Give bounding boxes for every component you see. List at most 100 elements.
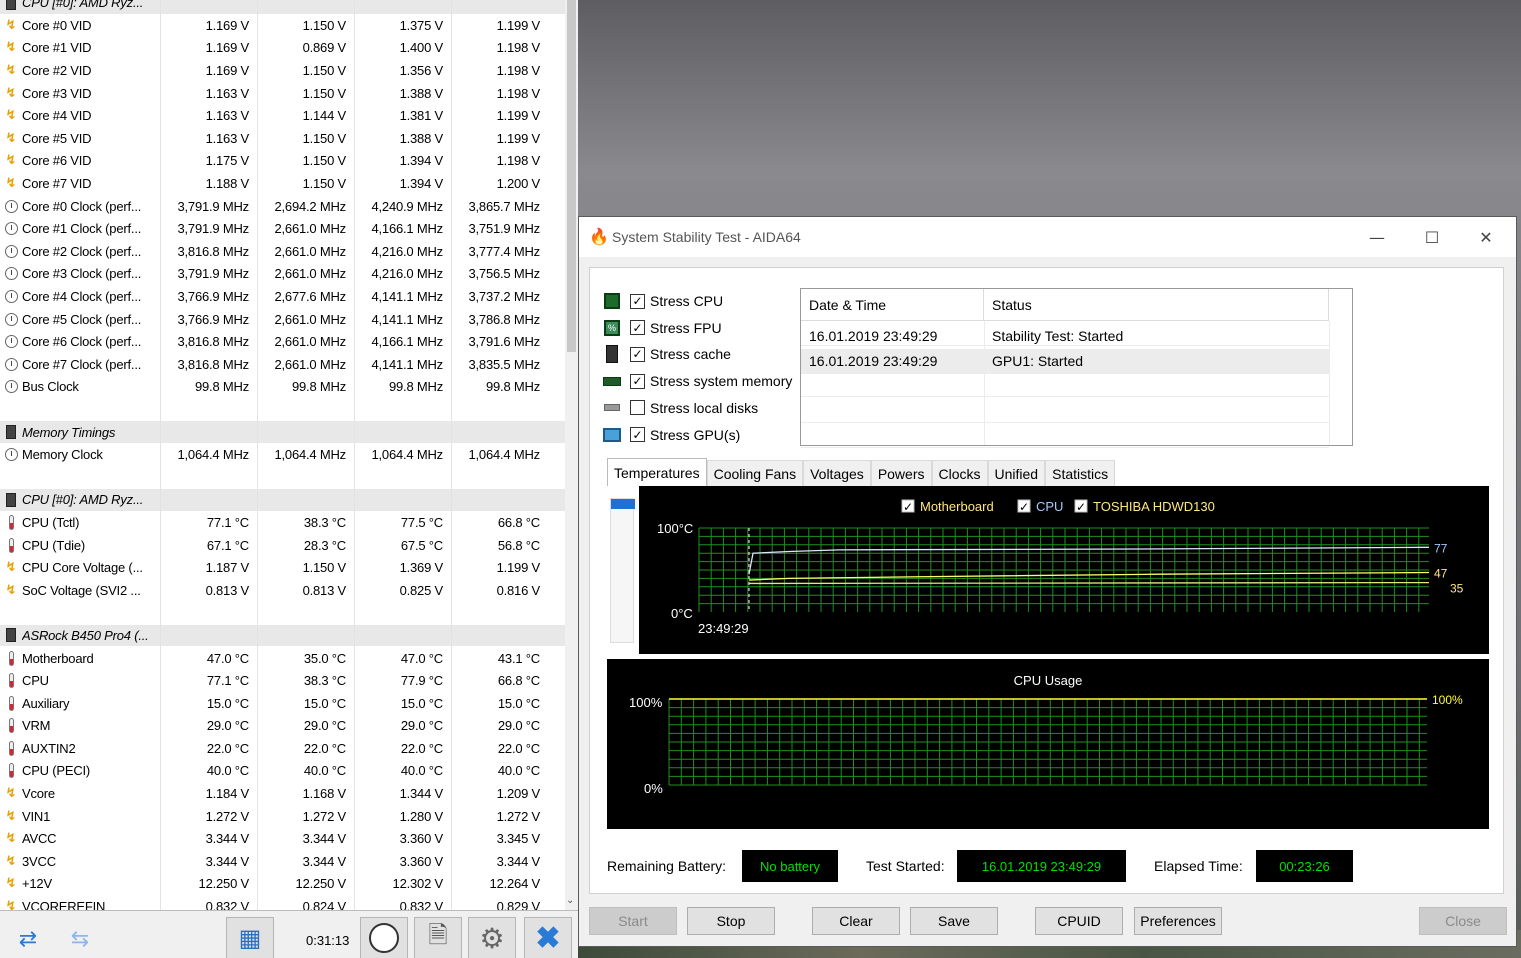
tab-cooling-fans[interactable]: Cooling Fans	[706, 460, 804, 487]
sensor-row[interactable]: CPU (PECI) 40.0 °C 40.0 °C 40.0 °C 40.0 °C	[0, 760, 566, 783]
stop-button[interactable]: Stop	[687, 907, 775, 935]
sensor-row[interactable]: ↯ +12V 12.250 V 12.250 V 12.302 V 12.264 V	[0, 873, 566, 896]
stress-option[interactable]: ✓ Stress CPU	[602, 289, 723, 313]
stress-checkbox[interactable]: ✓	[630, 373, 645, 389]
sensor-row[interactable]: AUXTIN2 22.0 °C 22.0 °C 22.0 °C 22.0 °C	[0, 738, 566, 761]
stress-option[interactable]: ✓ Stress system memory	[602, 369, 792, 393]
tab-voltages[interactable]: Voltages	[803, 460, 871, 487]
column-separator	[160, 0, 161, 910]
tab-powers[interactable]: Powers	[870, 460, 932, 487]
sensor-group-header[interactable]: CPU [#0]: AMD Ryz...	[0, 0, 566, 15]
sensor-value-current: 1.163 V	[160, 108, 257, 124]
sensor-scrollbar[interactable]: ⌄	[565, 0, 578, 910]
scroll-down-arrow-icon[interactable]: ⌄	[566, 895, 574, 906]
graph-tabs: Temperatures Cooling Fans Voltages Powers Cl…	[607, 458, 1116, 487]
stress-checkbox[interactable]: ✓	[630, 427, 645, 442]
graph-scroll-slider[interactable]	[610, 498, 635, 643]
close-x-icon[interactable]: ✖	[524, 917, 572, 958]
sensor-row[interactable]: ↯ CPU Core Voltage (... 1.187 V 1.150 V 1.36…	[0, 557, 566, 580]
hwinfo-sensor-window: CPU [#0]: AMD Ryz... ↯ Core #0 VID 1.169 V1…	[0, 0, 578, 958]
stress-checkbox[interactable]: ✓	[630, 320, 645, 336]
sensor-row[interactable]: Memory Clock 1,064.4 MHz 1,064.4 MHz 1,064.…	[0, 444, 566, 467]
sensor-value-minimum: 1.144 V	[257, 108, 354, 124]
sensor-row[interactable]: VRM 29.0 °C 29.0 °C 29.0 °C 29.0 °C	[0, 715, 566, 738]
preferences-button[interactable]: Preferences	[1134, 907, 1222, 935]
sensor-row[interactable]: ↯ 3VCC 3.344 V 3.344 V 3.360 V 3.344 V	[0, 851, 566, 874]
temperature-panel: ✓ Motherboard ✓ CPU ✓ TOSHIBA HDWD130 100°C 0°C…	[607, 486, 1489, 656]
sensor-row[interactable]: ↯ AVCC 3.344 V 3.344 V 3.360 V 3.345 V	[0, 828, 566, 851]
nav-arrows-disabled-icon[interactable]: ⇆	[58, 919, 102, 958]
sensor-value-maximum: 22.0 °C	[354, 740, 451, 756]
hwinfo-toolbar: ⇄ ⇆ ▦ 0:31:13 🗎 ⚙ ✖	[0, 910, 578, 958]
maximize-button[interactable]: ☐	[1409, 223, 1455, 251]
sensor-value-minimum: 2,694.2 MHz	[257, 198, 354, 214]
sensor-row[interactable]: CPU (Tdie) 67.1 °C 28.3 °C 67.5 °C 56.8 °C	[0, 534, 566, 557]
tab-temperatures[interactable]: Temperatures	[607, 458, 707, 487]
sensor-row[interactable]: Core #5 Clock (perf... 3,766.9 MHz 2,661.0…	[0, 308, 566, 331]
start-button[interactable]: Start	[589, 907, 677, 935]
clock-icon	[0, 376, 22, 398]
close-button[interactable]: Close	[1419, 907, 1507, 935]
sensor-row[interactable]: ↯ VIN1 1.272 V 1.272 V 1.280 V 1.272 V	[0, 805, 566, 828]
sensor-row[interactable]: Auxiliary 15.0 °C 15.0 °C 15.0 °C 15.0 °C	[0, 692, 566, 715]
sensor-row[interactable]: Core #4 Clock (perf... 3,766.9 MHz 2,677.6…	[0, 286, 566, 309]
stress-checkbox[interactable]: ✓	[630, 346, 645, 362]
minimize-button[interactable]: —	[1354, 223, 1400, 251]
sensor-row[interactable]: ↯ Core #2 VID 1.169 V 1.150 V 1.356 V 1.198 V	[0, 60, 566, 83]
sensor-row[interactable]: Core #7 Clock (perf... 3,816.8 MHz 2,661.0…	[0, 354, 566, 377]
close-window-button[interactable]: ✕	[1463, 223, 1509, 251]
scrollbar-thumb[interactable]	[567, 0, 576, 352]
sensor-name: Core #7 Clock (perf...	[22, 356, 142, 372]
settings-icon[interactable]: ⚙	[468, 917, 516, 958]
sensor-group-header[interactable]: CPU [#0]: AMD Ryz...	[0, 489, 566, 512]
stress-option[interactable]: % ✓ Stress FPU	[602, 316, 722, 340]
sensor-row[interactable]: Core #3 Clock (perf... 3,791.9 MHz 2,661.0…	[0, 263, 566, 286]
sensor-row[interactable]: ↯ Core #5 VID 1.163 V 1.150 V 1.388 V 1.199 V	[0, 128, 566, 151]
sensor-row[interactable]: CPU (Tctl) 77.1 °C 38.3 °C 77.5 °C 66.8 °C	[0, 512, 566, 535]
clock-icon[interactable]	[360, 917, 408, 958]
tab-statistics[interactable]: Statistics	[1045, 460, 1116, 487]
report-icon[interactable]: 🗎	[414, 917, 462, 958]
sensor-row[interactable]: Motherboard 47.0 °C 35.0 °C 47.0 °C 43.1 °C	[0, 647, 566, 670]
sensor-row[interactable]: ↯ Core #1 VID 1.169 V 0.869 V 1.400 V 1.198 V	[0, 37, 566, 60]
sensor-row[interactable]: ↯ Core #3 VID 1.163 V 1.150 V 1.388 V 1.198 V	[0, 82, 566, 105]
sensor-row[interactable]: ↯ Core #0 VID 1.169 V 1.150 V 1.375 V 1.199 V	[0, 15, 566, 38]
cpuid-button[interactable]: CPUID	[1035, 907, 1123, 935]
clear-button[interactable]: Clear	[812, 907, 900, 935]
stress-checkbox[interactable]: ✓	[630, 293, 645, 309]
tab-clocks[interactable]: Clocks	[931, 460, 988, 487]
slider-thumb[interactable]	[611, 499, 635, 509]
network-icon[interactable]: ▦	[226, 917, 274, 958]
sensor-group-header[interactable]: ASRock B450 Pro4 (...	[0, 624, 566, 648]
stress-option[interactable]: ✓ Stress cache	[602, 342, 731, 366]
sensor-value-current: 77.1 °C	[160, 673, 257, 689]
temperature-graph: ✓ Motherboard ✓ CPU ✓ TOSHIBA HDWD130 100°C 0°C…	[639, 486, 1489, 654]
nav-arrows-icon[interactable]: ⇄	[6, 919, 50, 958]
sensor-row[interactable]: Core #0 Clock (perf... 3,791.9 MHz 2,694.2…	[0, 195, 566, 218]
sensor-row[interactable]: Core #6 Clock (perf... 3,816.8 MHz 2,661.0…	[0, 331, 566, 354]
tab-unified[interactable]: Unified	[987, 460, 1046, 487]
sensor-value-maximum: 3.360 V	[354, 853, 451, 869]
sensor-row[interactable]: Bus Clock 99.8 MHz 99.8 MHz 99.8 MHz 99.8 MH…	[0, 376, 566, 399]
stress-option[interactable]: Stress local disks	[602, 396, 758, 420]
sensor-value-current: 3.344 V	[160, 853, 257, 869]
log-row[interactable]: 16.01.2019 23:49:29 Stability Test: Start…	[801, 323, 1329, 348]
sensor-row[interactable]: ↯ SoC Voltage (SVI2 ... 0.813 V 0.813 V 0.82…	[0, 579, 566, 603]
sensor-row[interactable]: ↯ Core #4 VID 1.163 V 1.144 V 1.381 V 1.199 V	[0, 105, 566, 128]
log-header-datetime[interactable]: Date & Time	[801, 289, 984, 321]
sensor-group-header[interactable]: Memory Timings	[0, 421, 566, 444]
sensor-row[interactable]: ↯ Core #6 VID 1.175 V 1.150 V 1.394 V 1.198 V	[0, 150, 566, 173]
sensor-row[interactable]: CPU 77.1 °C 38.3 °C 77.9 °C 66.8 °C	[0, 670, 566, 693]
log-header-status[interactable]: Status	[984, 289, 1329, 321]
log-row[interactable]: 16.01.2019 23:49:29 GPU1: Started	[801, 348, 1329, 374]
sensor-row[interactable]: ↯ Core #7 VID 1.188 V 1.150 V 1.394 V 1.200 V	[0, 173, 566, 196]
save-button[interactable]: Save	[910, 907, 998, 935]
sensor-value-maximum: 1.280 V	[354, 808, 451, 824]
log-table[interactable]: Date & Time Status 16.01.2019 23:49:29 St…	[800, 288, 1353, 448]
title-bar[interactable]: 🔥 System Stability Test - AIDA64 — ☐ ✕	[579, 217, 1516, 257]
sensor-row[interactable]: ↯ Vcore 1.184 V 1.168 V 1.344 V 1.209 V	[0, 783, 566, 806]
sensor-row[interactable]: Core #2 Clock (perf... 3,816.8 MHz 2,661.0…	[0, 241, 566, 264]
sensor-row[interactable]: Core #1 Clock (perf... 3,791.9 MHz 2,661.0…	[0, 218, 566, 241]
stress-checkbox[interactable]	[630, 400, 645, 416]
stress-option[interactable]: ✓ Stress GPU(s)	[602, 423, 740, 447]
